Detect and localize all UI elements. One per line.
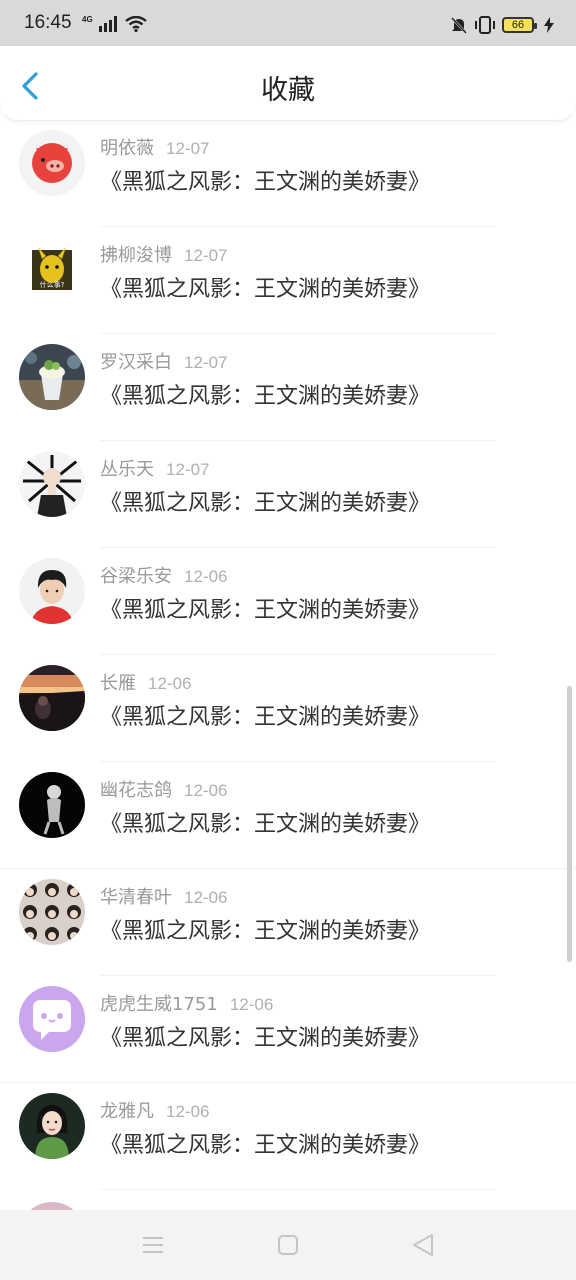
photo-grid-icon bbox=[19, 879, 85, 945]
user-name: 虎虎生威1751 bbox=[100, 994, 218, 1015]
user-avatar[interactable] bbox=[19, 344, 85, 410]
header: 收藏 bbox=[0, 46, 576, 121]
favorite-date: 12-06 bbox=[148, 674, 192, 693]
charging-icon bbox=[544, 17, 554, 33]
favorite-item[interactable]: 丛乐天 12-07 《黑狐之风影：王文渊的美娇妻》 bbox=[0, 441, 576, 548]
menu-icon bbox=[143, 1237, 163, 1253]
favorites-list: 明依薇 12-07 《黑狐之风影：王文渊的美娇妻》 什么事? 拂柳浚博 12-07 … bbox=[0, 120, 576, 1210]
vibrate-icon bbox=[475, 16, 495, 34]
user-avatar[interactable] bbox=[19, 879, 85, 945]
back-triangle-icon bbox=[413, 1234, 433, 1256]
book-title[interactable]: 《黑狐之风影：王文渊的美娇妻》 bbox=[100, 1020, 430, 1052]
system-nav-bar bbox=[0, 1210, 576, 1280]
boy-red-shirt-icon bbox=[19, 558, 85, 624]
pikachu-meme-icon: 什么事? bbox=[19, 237, 85, 303]
girl-portrait-icon bbox=[19, 1093, 85, 1159]
book-title[interactable]: 《黑狐之风影：王文渊的美娇妻》 bbox=[100, 378, 430, 410]
book-title[interactable]: 《黑狐之风影：王文渊的美娇妻》 bbox=[100, 164, 430, 196]
favorite-item[interactable]: 什么事? 拂柳浚博 12-07 《黑狐之风影：王文渊的美娇妻》 bbox=[0, 227, 576, 334]
menu-button[interactable] bbox=[138, 1232, 168, 1258]
avatar-caption: 什么事? bbox=[40, 280, 65, 289]
favorite-date: 12-06 bbox=[184, 567, 228, 586]
mute-icon bbox=[451, 17, 467, 34]
user-name: 谷梁乐安 bbox=[100, 566, 172, 587]
user-avatar[interactable] bbox=[19, 665, 85, 731]
favorite-date: 12-07 bbox=[166, 460, 210, 479]
favorite-item[interactable]: 幽花志鸽 12-06 《黑狐之风影：王文渊的美娇妻》 bbox=[0, 762, 576, 869]
book-title[interactable]: 《黑狐之风影：王文渊的美娇妻》 bbox=[100, 913, 430, 945]
network-label: 4G bbox=[82, 14, 93, 24]
battery-level: 66 bbox=[511, 19, 525, 31]
favorite-date: 12-06 bbox=[166, 1102, 210, 1121]
user-name: 罗汉采白 bbox=[100, 352, 172, 373]
home-button[interactable] bbox=[273, 1232, 303, 1258]
favorite-date: 12-06 bbox=[184, 781, 228, 800]
user-avatar[interactable]: 什么事? bbox=[19, 237, 85, 303]
home-square-icon bbox=[278, 1235, 298, 1255]
divider bbox=[100, 1189, 496, 1190]
favorite-item[interactable]: 明依薇 12-07 《黑狐之风影：王文渊的美娇妻》 bbox=[0, 120, 576, 227]
favorite-item[interactable]: 长雁 12-06 《黑狐之风影：王文渊的美娇妻》 bbox=[0, 655, 576, 762]
status-time: 16:45 bbox=[24, 12, 72, 33]
user-avatar[interactable] bbox=[19, 986, 85, 1052]
favorite-date: 12-06 bbox=[184, 888, 228, 907]
wifi-icon bbox=[124, 16, 147, 32]
user-avatar[interactable] bbox=[19, 558, 85, 624]
favorite-item[interactable]: 虎虎生威1751 12-06 《黑狐之风影：王文渊的美娇妻》 bbox=[0, 976, 576, 1083]
book-title[interactable]: 《黑狐之风影：王文渊的美娇妻》 bbox=[100, 485, 430, 517]
user-name: 丛乐天 bbox=[100, 459, 154, 480]
book-title[interactable]: 《黑狐之风影：王文渊的美娇妻》 bbox=[100, 592, 430, 624]
user-avatar[interactable] bbox=[19, 772, 85, 838]
user-name: 拂柳浚博 bbox=[100, 245, 172, 266]
page-title: 收藏 bbox=[261, 75, 315, 106]
nav-back-button[interactable] bbox=[408, 1232, 438, 1258]
girl-drawing-icon bbox=[19, 451, 85, 517]
book-title[interactable]: 《黑狐之风影：王文渊的美娇妻》 bbox=[100, 699, 430, 731]
user-name: 明依薇 bbox=[100, 138, 154, 159]
user-name: 龙雅凡 bbox=[100, 1101, 154, 1122]
favorite-date: 12-06 bbox=[229, 995, 274, 1014]
user-name: 华清春叶 bbox=[100, 887, 172, 908]
favorite-date: 12-07 bbox=[166, 139, 210, 158]
chat-bubble-icon bbox=[19, 986, 85, 1052]
favorite-item[interactable]: 华清春叶 12-06 《黑狐之风影：王文渊的美娇妻》 bbox=[0, 869, 576, 976]
favorite-item[interactable]: 龙雅凡 12-06 《黑狐之风影：王文渊的美娇妻》 bbox=[0, 1083, 576, 1190]
user-avatar[interactable] bbox=[19, 130, 85, 196]
book-title[interactable]: 《黑狐之风影：王文渊的美娇妻》 bbox=[100, 806, 430, 838]
scrollbar[interactable] bbox=[567, 686, 572, 962]
favorite-date: 12-07 bbox=[184, 353, 228, 372]
bw-figure-icon bbox=[19, 772, 85, 838]
favorite-item[interactable]: 谷梁乐安 12-06 《黑狐之风影：王文渊的美娇妻》 bbox=[0, 548, 576, 655]
signal-icon bbox=[98, 16, 117, 32]
drink-photo-icon bbox=[19, 344, 85, 410]
book-title[interactable]: 《黑狐之风影：王文渊的美娇妻》 bbox=[100, 1127, 430, 1159]
car-sunset-icon bbox=[19, 665, 85, 731]
pig-sticker-icon bbox=[19, 130, 85, 196]
user-avatar-partial[interactable] bbox=[19, 1202, 85, 1210]
favorite-date: 12-07 bbox=[184, 246, 228, 265]
status-right-icons: 66 bbox=[450, 16, 554, 34]
user-avatar[interactable] bbox=[19, 1093, 85, 1159]
status-bar: 16:45 4G 66 bbox=[0, 0, 576, 46]
status-left-icons: 4G bbox=[82, 14, 147, 32]
user-avatar[interactable] bbox=[19, 451, 85, 517]
battery-icon: 66 bbox=[502, 17, 537, 33]
user-name: 幽花志鸽 bbox=[100, 780, 172, 801]
favorite-item[interactable]: 罗汉采白 12-07 《黑狐之风影：王文渊的美娇妻》 bbox=[0, 334, 576, 441]
book-title[interactable]: 《黑狐之风影：王文渊的美娇妻》 bbox=[100, 271, 430, 303]
user-name: 长雁 bbox=[100, 673, 136, 694]
